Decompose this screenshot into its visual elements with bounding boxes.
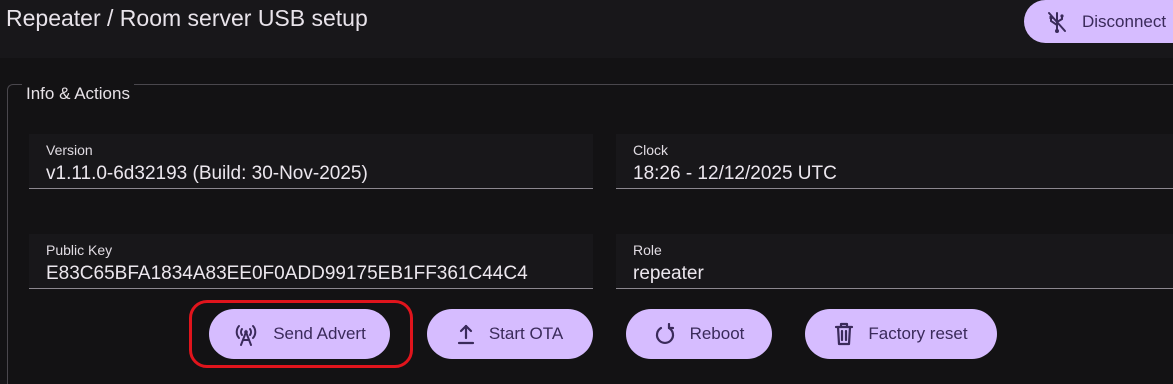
clock-field: Clock 18:26 - 12/12/2025 UTC — [616, 134, 1173, 189]
clock-value: 18:26 - 12/12/2025 UTC — [633, 163, 837, 184]
trash-icon — [835, 322, 854, 346]
version-label: Version — [46, 142, 93, 158]
reboot-button[interactable]: Reboot — [626, 309, 772, 359]
restart-icon — [655, 323, 674, 345]
public-key-label: Public Key — [46, 242, 113, 258]
clock-label: Clock — [633, 142, 669, 158]
upload-icon — [457, 324, 474, 345]
role-label: Role — [633, 242, 662, 258]
public-key-value[interactable]: E83C65BFA1834A83EE0F0ADD99175EB1FF361C44… — [46, 263, 577, 285]
top-app-bar: Repeater / Room server USB setup Disconn… — [0, 0, 1173, 58]
version-field: Version v1.11.0-6d32193 (Build: 30-Nov-2… — [29, 134, 593, 189]
start-ota-label: Start OTA — [488, 324, 564, 343]
start-ota-button[interactable]: Start OTA — [427, 309, 593, 359]
card-legend: Info & Actions — [22, 84, 134, 104]
factory-reset-button[interactable]: Factory reset — [805, 309, 997, 359]
usb-off-icon — [1048, 11, 1066, 33]
public-key-field[interactable]: Public Key E83C65BFA1834A83EE0F0ADD99175… — [29, 234, 593, 289]
role-value: repeater — [633, 263, 704, 284]
role-field: Role repeater — [616, 234, 1173, 289]
highlight-outline — [189, 300, 413, 368]
reboot-label: Reboot — [689, 324, 745, 343]
version-value: v1.11.0-6d32193 (Build: 30-Nov-2025) — [46, 163, 368, 184]
factory-reset-label: Factory reset — [868, 324, 968, 343]
disconnect-label: Disconnect — [1082, 11, 1167, 31]
page-title: Repeater / Room server USB setup — [6, 5, 368, 31]
disconnect-button[interactable]: Disconnect — [1024, 0, 1173, 43]
